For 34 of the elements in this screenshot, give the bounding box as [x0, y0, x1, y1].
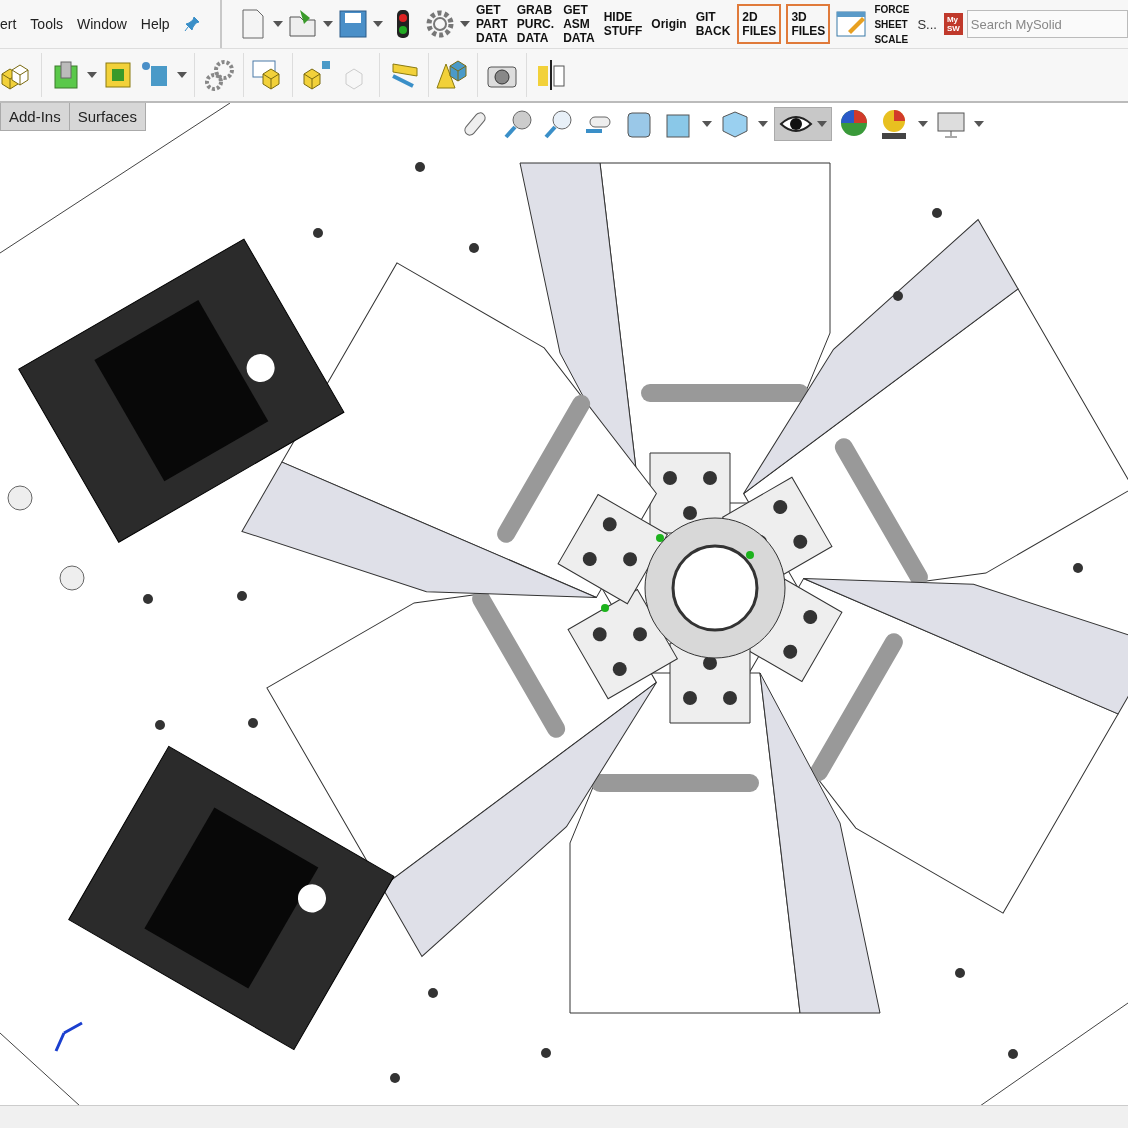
menu-item[interactable]: Tools	[30, 16, 64, 32]
toolbar-button[interactable]: GET PART DATA	[474, 3, 510, 45]
tab[interactable]: Surfaces	[68, 103, 146, 131]
toolbar-button[interactable]: FORCE SHEET SCALE	[872, 1, 912, 47]
save-icon[interactable]	[336, 7, 370, 41]
menu-item[interactable]: Help	[140, 16, 170, 32]
caret-icon[interactable]	[460, 21, 470, 27]
toolbar-button[interactable]: Origin	[649, 17, 689, 31]
toolbar-button[interactable]: 2D FILES	[737, 4, 782, 44]
search-field[interactable]: Search MySolid	[966, 10, 1128, 38]
logo-icon: My SW	[943, 13, 963, 35]
caret-icon[interactable]	[373, 21, 383, 27]
caret-icon[interactable]	[273, 21, 283, 27]
caret-icon[interactable]	[87, 72, 97, 78]
warning-icon[interactable]	[436, 58, 470, 92]
eye-button[interactable]	[774, 107, 832, 141]
overflow-label[interactable]: S...	[917, 16, 937, 32]
caret-icon[interactable]	[702, 121, 712, 127]
caret-icon	[817, 121, 827, 127]
gears-icon[interactable]	[202, 58, 236, 92]
caret-icon[interactable]	[177, 72, 187, 78]
tab[interactable]: Add-Ins	[0, 103, 70, 131]
toolbar-button[interactable]: GIT BACK	[693, 10, 733, 38]
caret-icon[interactable]	[974, 121, 984, 127]
caret-icon[interactable]	[323, 21, 333, 27]
caret-icon[interactable]	[918, 121, 928, 127]
toolbar-button[interactable]: HIDE STUFF	[601, 10, 645, 38]
menu-item[interactable]: Window	[77, 16, 127, 32]
toolbar-button[interactable]: 3D FILES	[786, 4, 831, 44]
pin-icon[interactable]	[183, 16, 200, 32]
caret-icon[interactable]	[758, 121, 768, 127]
toolbar-button[interactable]: GRAB PURC. DATA	[514, 3, 557, 45]
toolbar-button[interactable]: GET ASM DATA	[561, 3, 597, 45]
menu-item[interactable]: ert	[0, 16, 17, 32]
